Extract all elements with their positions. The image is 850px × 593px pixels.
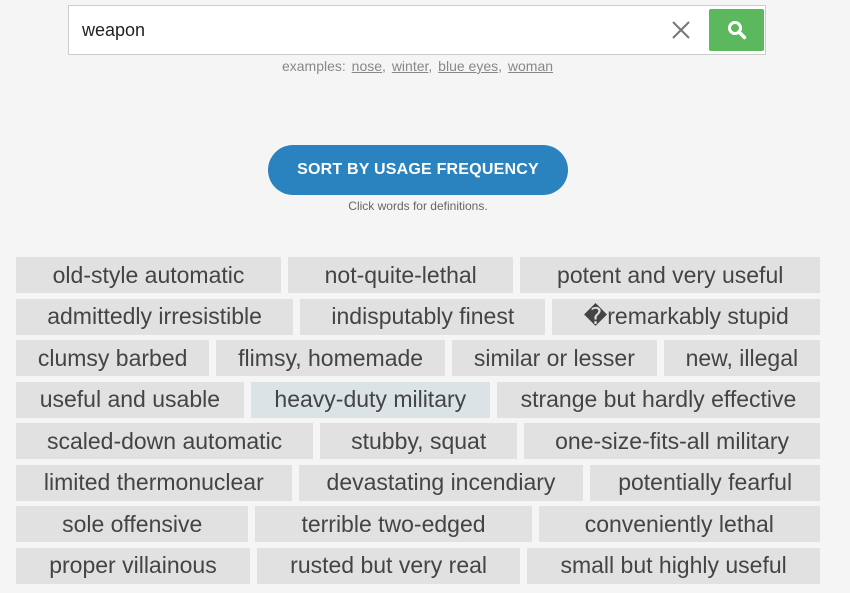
examples: examples: nose, winter, blue eyes, woman [281, 58, 554, 74]
word-item[interactable]: indisputably finest [300, 298, 546, 335]
word-row: proper villainous rusted but very real s… [16, 547, 821, 584]
word-row: limited thermonuclear devastating incend… [16, 464, 820, 501]
word-item[interactable]: terrible two-edged [255, 506, 532, 542]
example-link[interactable]: winter [392, 58, 429, 74]
examples-label: examples: [281, 58, 346, 74]
word-item[interactable]: useful and usable [16, 381, 244, 418]
word-item[interactable]: flimsy, homemade [216, 340, 445, 376]
word-item[interactable]: clumsy barbed [16, 340, 210, 376]
word-item[interactable]: not-quite-lethal [288, 257, 514, 293]
word-row: admittedly irresistible indisputably fin… [16, 298, 821, 335]
word-item[interactable]: sole offensive [16, 506, 249, 542]
word-item[interactable]: stubby, squat [320, 423, 518, 459]
sort-by-frequency-button[interactable]: SORT BY USAGE FREQUENCY [268, 145, 568, 195]
example-link[interactable]: woman [508, 58, 553, 74]
word-item[interactable]: conveniently lethal [538, 506, 820, 542]
word-item[interactable]: new, illegal [663, 340, 820, 376]
word-item[interactable]: proper villainous [16, 547, 250, 584]
word-row: old-style automatic not-quite-lethal pot… [16, 257, 820, 293]
example-link[interactable]: nose [352, 58, 382, 74]
word-item[interactable]: one-size-fits-all military [524, 423, 820, 459]
word-item[interactable]: scaled-down automatic [16, 423, 314, 459]
search-icon [727, 21, 746, 40]
page: examples: nose, winter, blue eyes, woman… [0, 0, 850, 593]
word-item[interactable]: potent and very useful [520, 257, 820, 293]
close-icon[interactable] [669, 18, 693, 42]
search-box [68, 5, 766, 55]
word-item[interactable]: strange but hardly effective [496, 381, 821, 418]
word-row: scaled-down automatic stubby, squat one-… [16, 423, 820, 459]
word-item[interactable]: �remarkably stupid [552, 298, 821, 335]
word-list: old-style automatic not-quite-lethal pot… [16, 257, 821, 589]
word-item[interactable]: similar or lesser [451, 340, 657, 376]
word-item[interactable]: limited thermonuclear [16, 464, 292, 501]
word-item[interactable]: rusted but very real [256, 547, 521, 584]
word-item-highlighted[interactable]: heavy-duty military [250, 381, 490, 418]
word-item[interactable]: old-style automatic [16, 257, 281, 293]
word-row: useful and usable heavy-duty military st… [16, 381, 821, 418]
word-item[interactable]: devastating incendiary [298, 464, 584, 501]
search-input[interactable] [82, 6, 662, 54]
word-item[interactable]: admittedly irresistible [16, 298, 294, 335]
word-item[interactable]: small but highly useful [527, 547, 821, 584]
word-row: clumsy barbed flimsy, homemade similar o… [16, 340, 820, 376]
example-link[interactable]: blue eyes [438, 58, 498, 74]
word-item[interactable]: potentially fearful [590, 464, 820, 501]
definitions-hint: Click words for definitions. [348, 199, 488, 213]
search-button[interactable] [709, 9, 764, 51]
word-row: sole offensive terrible two-edged conven… [16, 506, 820, 542]
